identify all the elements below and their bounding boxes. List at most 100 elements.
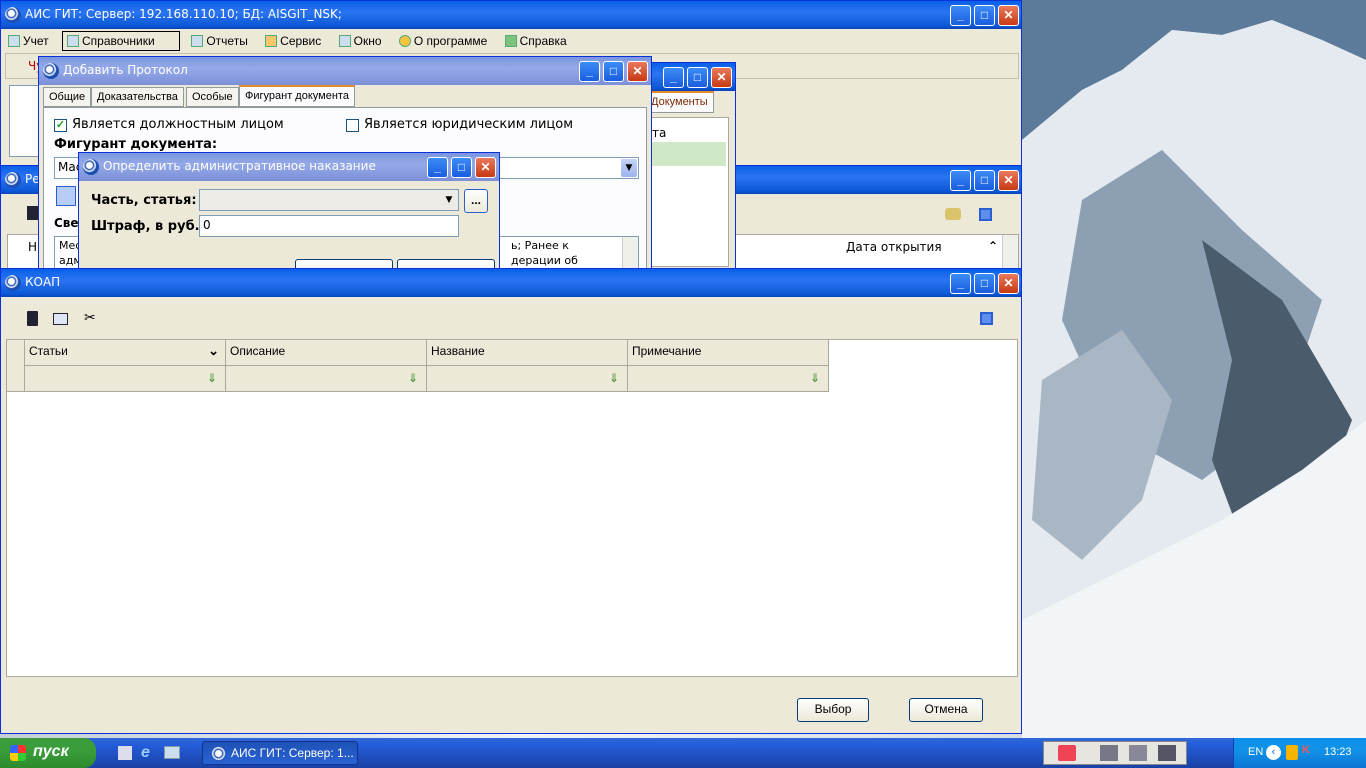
tab-special[interactable]: Особые bbox=[186, 87, 239, 107]
column-header-note[interactable]: Примечание bbox=[628, 340, 829, 366]
minimize-button[interactable]: _ bbox=[950, 5, 971, 26]
protocol-maximize-button[interactable]: □ bbox=[603, 61, 624, 82]
memo-scrollbar[interactable] bbox=[622, 237, 638, 269]
tab-evidence[interactable]: Доказательства bbox=[91, 87, 184, 107]
penalty-minimize-button[interactable]: _ bbox=[427, 157, 448, 178]
koap-maximize-button[interactable]: □ bbox=[974, 273, 995, 294]
registry-scrollbar[interactable] bbox=[1002, 235, 1018, 271]
registry-maximize-button[interactable]: □ bbox=[974, 170, 995, 191]
menu-item-servis[interactable]: Сервис bbox=[261, 32, 327, 50]
column-header-articles[interactable]: Статьи ⌄ bbox=[25, 340, 226, 366]
documents-title-bar[interactable]: _ □ ✕ bbox=[641, 63, 735, 91]
chevron-down-icon[interactable]: ▼ bbox=[441, 191, 457, 209]
select-button[interactable]: Выбор bbox=[797, 698, 869, 722]
filter-arrow-icon[interactable]: ⇓ bbox=[810, 371, 820, 385]
chevron-down-icon[interactable]: ▼ bbox=[621, 159, 637, 177]
fine-label: Штраф, в руб.: bbox=[91, 219, 205, 234]
export-icon[interactable] bbox=[27, 311, 38, 326]
tray-toolbar bbox=[1043, 741, 1187, 765]
sort-desc-icon[interactable]: ⌄ bbox=[208, 343, 219, 359]
registry-minimize-button[interactable]: _ bbox=[950, 170, 971, 191]
menu-item-okno[interactable]: Окно bbox=[335, 32, 388, 50]
tray-app-icon[interactable] bbox=[1058, 745, 1076, 761]
protocol-title-bar[interactable]: Добавить Протокол _ □ ✕ bbox=[39, 57, 651, 85]
filter-cell-name[interactable]: ⇓ bbox=[427, 366, 628, 392]
penalty-title-bar[interactable]: Определить административное наказание _ … bbox=[79, 153, 499, 181]
protocol-title: Добавить Протокол bbox=[63, 63, 188, 77]
start-label: пуск bbox=[33, 743, 69, 760]
figurant-label: Фигурант документа: bbox=[54, 137, 218, 152]
menu-item-o-programme[interactable]: О программе bbox=[395, 32, 493, 50]
documents-minimize-button[interactable]: _ bbox=[663, 67, 684, 88]
tab-general[interactable]: Общие bbox=[43, 87, 92, 107]
koap-title-bar[interactable]: КОАП _ □ ✕ bbox=[1, 269, 1021, 297]
registry-close-button[interactable]: ✕ bbox=[998, 170, 1019, 191]
menu-item-spravka[interactable]: Справка bbox=[501, 32, 573, 50]
filter-arrow-icon[interactable]: ⇓ bbox=[408, 371, 418, 385]
part-article-select[interactable]: ▼ bbox=[199, 189, 459, 211]
clock[interactable]: 13:23 bbox=[1324, 746, 1352, 758]
koap-close-button[interactable]: ✕ bbox=[998, 273, 1019, 294]
edit-icon[interactable] bbox=[53, 313, 68, 325]
shield-icon[interactable] bbox=[1286, 745, 1298, 760]
language-indicator[interactable]: EN bbox=[1248, 746, 1263, 758]
penalty-maximize-button[interactable]: □ bbox=[451, 157, 472, 178]
chevron-left-icon[interactable]: ‹ bbox=[1266, 745, 1281, 760]
note-icon[interactable] bbox=[945, 208, 961, 220]
official-checkbox-label: Является должностным лицом bbox=[72, 117, 284, 132]
side-panel bbox=[9, 85, 41, 157]
system-tray: EN ‹ K 13:23 bbox=[1233, 738, 1366, 768]
fine-input[interactable]: 0 bbox=[199, 215, 459, 237]
cancel-button[interactable]: Отмена bbox=[909, 698, 983, 722]
close-button[interactable]: ✕ bbox=[998, 5, 1019, 26]
app-logo-icon bbox=[211, 746, 226, 761]
app-logo-icon bbox=[5, 7, 21, 23]
gear-icon[interactable] bbox=[56, 186, 76, 206]
maximize-button[interactable]: □ bbox=[974, 5, 995, 26]
main-title-bar[interactable]: АИС ГИТ: Сервер: 192.168.110.10; БД: AIS… bbox=[1, 1, 1021, 29]
menu-item-spravochniki[interactable]: Справочники bbox=[62, 31, 180, 51]
sort-asc-icon[interactable]: ⌃ bbox=[988, 239, 998, 253]
fax-icon[interactable] bbox=[1158, 745, 1176, 761]
quick-launch-desktop-icon[interactable] bbox=[118, 746, 132, 760]
column-header-name[interactable]: Название bbox=[427, 340, 628, 366]
filter-arrow-icon[interactable]: ⇓ bbox=[207, 371, 217, 385]
help-book-icon bbox=[504, 35, 517, 47]
menu-item-otchety[interactable]: Отчеты bbox=[187, 32, 253, 50]
start-button[interactable]: пуск bbox=[0, 738, 96, 768]
browse-button[interactable]: ... bbox=[464, 189, 488, 213]
filter-cell-articles[interactable]: ⇓ bbox=[25, 366, 226, 392]
tab-documents[interactable]: Документы bbox=[645, 91, 714, 113]
filter-cell-description[interactable]: ⇓ bbox=[226, 366, 427, 392]
app-logo-icon bbox=[43, 63, 59, 79]
menu-bar: Учет Справочники Отчеты Сервис Окно О пр… bbox=[4, 31, 1018, 51]
cut-icon[interactable]: ✂ bbox=[84, 310, 96, 326]
part-article-label: Часть, статья: bbox=[91, 193, 197, 208]
filter-arrow-icon[interactable]: ⇓ bbox=[609, 371, 619, 385]
protocol-minimize-button[interactable]: _ bbox=[579, 61, 600, 82]
legal-entity-checkbox[interactable] bbox=[346, 119, 359, 132]
protocol-close-button[interactable]: ✕ bbox=[627, 61, 648, 82]
printer-icon[interactable] bbox=[1129, 745, 1147, 761]
ie-icon[interactable]: e bbox=[141, 744, 150, 762]
scanner-icon[interactable] bbox=[1100, 745, 1118, 761]
legal-entity-checkbox-label: Является юридическим лицом bbox=[364, 117, 574, 132]
penalty-close-button[interactable]: ✕ bbox=[475, 157, 496, 178]
filter-cell-note[interactable]: ⇓ bbox=[628, 366, 829, 392]
documents-selected-row[interactable] bbox=[646, 142, 726, 166]
documents-col-fragment: та bbox=[652, 126, 667, 140]
documents-close-button[interactable]: ✕ bbox=[711, 67, 732, 88]
quick-launch-app-icon[interactable] bbox=[164, 746, 180, 759]
layout-icon[interactable] bbox=[979, 208, 992, 221]
documents-maximize-button[interactable]: □ bbox=[687, 67, 708, 88]
antivirus-icon[interactable]: K bbox=[1302, 744, 1310, 756]
penalty-title: Определить административное наказание bbox=[103, 159, 376, 173]
column-header-description[interactable]: Описание bbox=[226, 340, 427, 366]
taskbar-task-button[interactable]: АИС ГИТ: Сервер: 1... bbox=[202, 741, 358, 765]
tab-document-figurant[interactable]: Фигурант документа bbox=[239, 85, 355, 107]
layout-icon[interactable] bbox=[980, 312, 993, 325]
menu-item-uchet[interactable]: Учет bbox=[4, 32, 55, 50]
koap-minimize-button[interactable]: _ bbox=[950, 273, 971, 294]
main-window-title: АИС ГИТ: Сервер: 192.168.110.10; БД: AIS… bbox=[25, 7, 342, 21]
official-checkbox[interactable]: ✓ bbox=[54, 119, 67, 132]
